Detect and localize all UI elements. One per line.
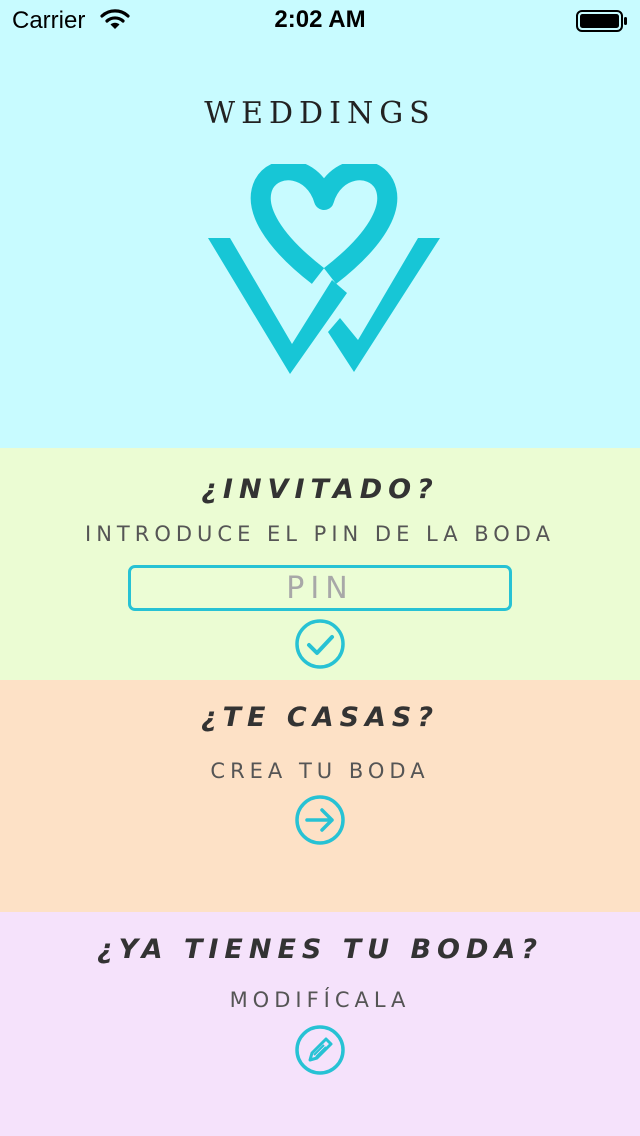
modify-section: ¿YA TIENES TU BODA? MODIFÍCALA xyxy=(0,912,640,1136)
header-section: Carrier 2:02 AM WEDDINGS xyxy=(0,0,640,448)
guest-section: ¿INVITADO? INTRODUCE EL PIN DE LA BODA xyxy=(0,448,640,680)
brand-title: WEDDINGS xyxy=(204,96,436,131)
guest-title: ¿INVITADO? xyxy=(201,474,439,505)
battery-icon xyxy=(576,10,628,36)
arrow-right-circle-icon xyxy=(295,795,345,845)
pin-input[interactable] xyxy=(128,565,512,611)
create-section: ¿TE CASAS? CREA TU BODA xyxy=(0,680,640,912)
edit-wedding-button[interactable] xyxy=(294,1024,346,1076)
status-bar: Carrier 2:02 AM xyxy=(0,0,640,40)
pencil-circle-icon xyxy=(295,1025,345,1075)
confirm-pin-button[interactable] xyxy=(294,618,346,670)
guest-subtitle: INTRODUCE EL PIN DE LA BODA xyxy=(85,522,555,546)
create-title: ¿TE CASAS? xyxy=(200,702,440,733)
create-subtitle: CREA TU BODA xyxy=(210,759,430,783)
modify-title: ¿YA TIENES TU BODA? xyxy=(97,934,543,965)
modify-subtitle: MODIFÍCALA xyxy=(229,988,411,1012)
create-wedding-button[interactable] xyxy=(294,794,346,846)
check-circle-icon xyxy=(295,619,345,669)
clock-label: 2:02 AM xyxy=(274,6,366,33)
wedding-logo-icon xyxy=(204,160,444,380)
